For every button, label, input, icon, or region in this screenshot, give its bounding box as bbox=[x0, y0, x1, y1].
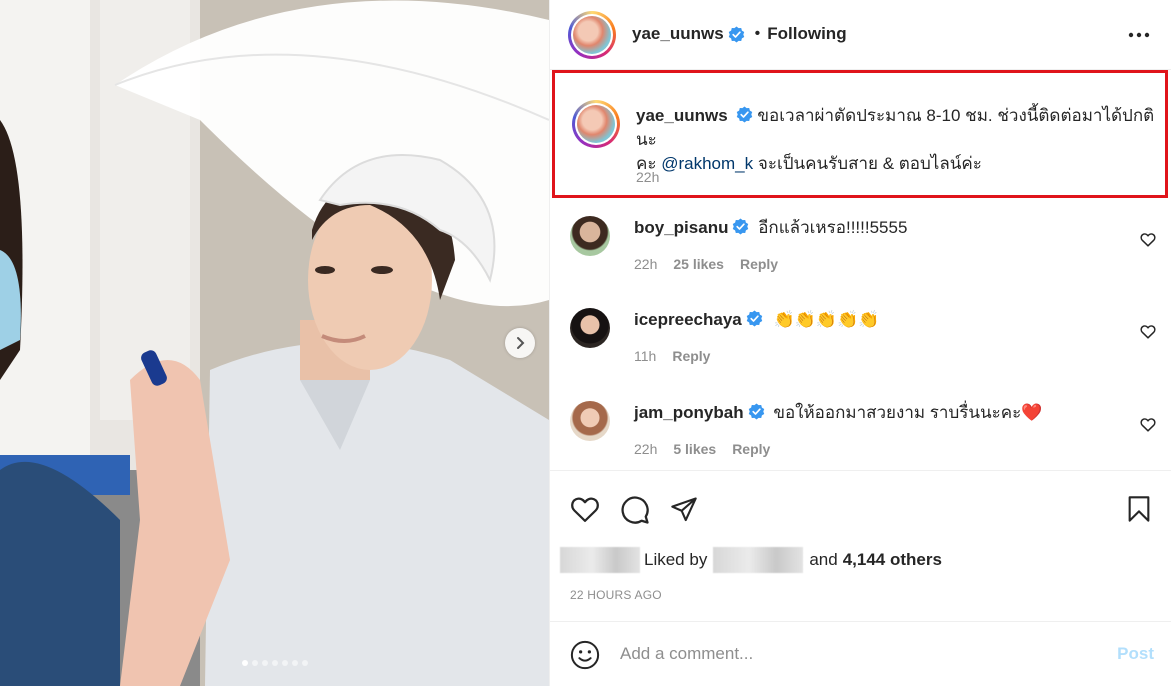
verified-badge-icon bbox=[746, 310, 762, 327]
comment-meta: 22h 25 likes Reply bbox=[634, 256, 778, 272]
caption-time: 22h bbox=[636, 169, 660, 185]
commenter-avatar[interactable] bbox=[570, 401, 610, 441]
emoji-icon[interactable] bbox=[570, 640, 600, 670]
comment-text: ขอให้ออกมาสวยงาม ราบรื่นนะคะ❤️ bbox=[773, 403, 1043, 422]
comment-body: boy_pisanu อีกแล้วเหรอ!!!!!5555 bbox=[634, 216, 907, 240]
separator-dot: • bbox=[754, 25, 761, 42]
post-details-panel: yae_uunws • Following yae_uunws ขอเวลาผ่… bbox=[549, 0, 1171, 686]
comment-body: icepreechaya 👏👏👏👏👏 bbox=[634, 308, 879, 332]
post-header: yae_uunws • Following bbox=[550, 0, 1171, 70]
reply-button[interactable]: Reply bbox=[732, 441, 770, 457]
commenter-username[interactable]: icepreechaya bbox=[634, 310, 742, 329]
caption-mention-link[interactable]: @rakhom_k bbox=[661, 154, 753, 173]
carousel-dot bbox=[281, 660, 288, 666]
verified-badge-icon bbox=[728, 25, 744, 43]
liker-avatars-blurred bbox=[560, 547, 640, 573]
caption-author-avatar[interactable] bbox=[572, 100, 620, 148]
share-icon[interactable] bbox=[670, 495, 698, 523]
carousel-dot bbox=[261, 660, 268, 666]
comment-likes[interactable]: 25 likes bbox=[673, 256, 724, 272]
likes-and-label: and bbox=[809, 550, 838, 569]
carousel-next-button[interactable] bbox=[505, 328, 535, 358]
comment-likes[interactable]: 5 likes bbox=[673, 441, 716, 457]
comment-meta: 11h Reply bbox=[634, 348, 710, 364]
bookmark-icon[interactable] bbox=[1126, 495, 1152, 523]
comment-text: อีกแล้วเหรอ!!!!!5555 bbox=[758, 218, 908, 237]
caption-username[interactable]: yae_uunws bbox=[636, 106, 728, 125]
comment-meta: 22h 5 likes Reply bbox=[634, 441, 770, 457]
reply-button[interactable]: Reply bbox=[672, 348, 710, 364]
comment-icon[interactable] bbox=[620, 495, 650, 525]
like-heart-icon[interactable] bbox=[570, 495, 600, 523]
comment-item: boy_pisanu อีกแล้วเหรอ!!!!!5555 22h 25 l… bbox=[550, 216, 1171, 306]
carousel-dot bbox=[271, 660, 278, 666]
caption-text: yae_uunws ขอเวลาผ่าตัดประมาณ 8-10 ชม. ช่… bbox=[636, 104, 1156, 176]
comment-body: jam_ponybah ขอให้ออกมาสวยงาม ราบรื่นนะคะ… bbox=[634, 401, 1042, 425]
add-comment-bar: Post bbox=[550, 621, 1171, 686]
more-options-icon[interactable] bbox=[1128, 26, 1150, 44]
post-photo bbox=[0, 0, 549, 686]
commenter-username[interactable]: boy_pisanu bbox=[634, 218, 728, 237]
following-button[interactable]: Following bbox=[767, 24, 846, 44]
caption-highlight-box: yae_uunws ขอเวลาผ่าตัดประมาณ 8-10 ชม. ช่… bbox=[552, 70, 1168, 198]
reply-button[interactable]: Reply bbox=[740, 256, 778, 272]
comment-input[interactable] bbox=[620, 640, 1080, 668]
author-avatar[interactable] bbox=[568, 11, 616, 59]
carousel-dot bbox=[251, 660, 258, 666]
verified-badge-icon bbox=[733, 218, 749, 235]
post-timestamp: 22 HOURS AGO bbox=[570, 588, 662, 602]
carousel-dot bbox=[301, 660, 308, 666]
photo-illustration bbox=[0, 0, 549, 686]
comment-time: 22h bbox=[634, 441, 658, 457]
commenter-avatar[interactable] bbox=[570, 308, 610, 348]
liker-name-blurred[interactable] bbox=[713, 547, 804, 573]
author-username[interactable]: yae_uunws bbox=[632, 24, 724, 44]
comment-time: 22h bbox=[634, 256, 658, 272]
heart-outline-icon[interactable] bbox=[1140, 232, 1156, 247]
post-actions-section: Liked by and 4,144 others 22 HOURS AGO bbox=[550, 470, 1171, 602]
post-comment-button[interactable]: Post bbox=[1117, 644, 1154, 664]
likes-summary: Liked by and 4,144 others bbox=[560, 547, 942, 573]
comment-text: 👏👏👏👏👏 bbox=[773, 310, 880, 329]
comment-time: 11h bbox=[634, 348, 657, 364]
verified-badge-icon bbox=[748, 403, 764, 420]
carousel-dot bbox=[291, 660, 298, 666]
heart-outline-icon[interactable] bbox=[1140, 417, 1156, 432]
liked-by-label: Liked by bbox=[644, 550, 708, 569]
commenter-username[interactable]: jam_ponybah bbox=[634, 403, 744, 422]
author-info: yae_uunws • Following bbox=[632, 24, 847, 44]
caption-suffix: จะเป็นคนรับสาย & ตอบไลน์ค่ะ bbox=[753, 154, 982, 173]
verified-badge-icon bbox=[736, 106, 752, 123]
chevron-right-icon bbox=[517, 337, 525, 349]
commenter-avatar[interactable] bbox=[570, 216, 610, 256]
carousel-dots bbox=[0, 660, 549, 666]
likes-others-link[interactable]: 4,144 others bbox=[843, 550, 942, 570]
comment-item: icepreechaya 👏👏👏👏👏 11h Reply bbox=[550, 308, 1171, 398]
heart-outline-icon[interactable] bbox=[1140, 324, 1156, 339]
carousel-dot-active bbox=[241, 660, 248, 666]
